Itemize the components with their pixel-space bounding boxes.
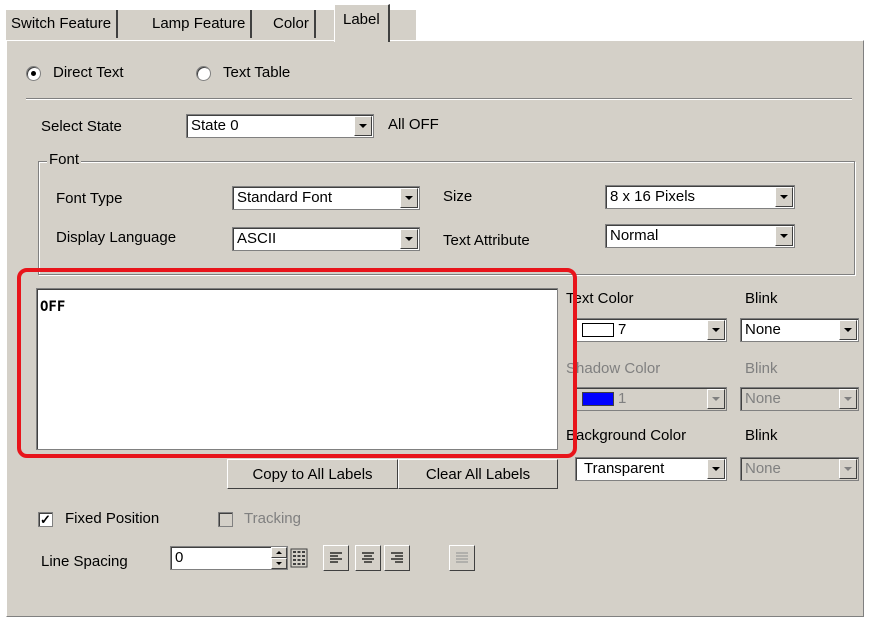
align-center-button[interactable] <box>355 545 381 571</box>
chevron-down-icon[interactable] <box>354 116 372 136</box>
background-blink-value: None <box>745 460 781 477</box>
chevron-down-icon[interactable] <box>707 459 725 479</box>
label-text-value: OFF <box>40 299 66 315</box>
copy-to-all-labels-button[interactable]: Copy to All Labels <box>227 459 398 489</box>
chevron-down-icon <box>839 389 857 409</box>
clear-all-labels-button[interactable]: Clear All Labels <box>398 459 558 489</box>
text-table-radio[interactable] <box>196 66 211 81</box>
justify-button <box>449 545 475 571</box>
tracking-label: Tracking <box>244 510 301 527</box>
display-language-label: Display Language <box>56 229 177 246</box>
chevron-down-icon <box>707 389 725 409</box>
chevron-down-icon[interactable] <box>839 320 857 340</box>
text-attribute-value: Normal <box>610 227 659 244</box>
divider <box>26 98 852 100</box>
align-left-icon <box>330 552 342 563</box>
text-blink-dropdown[interactable]: None <box>740 318 859 342</box>
tracking-checkbox <box>218 512 233 527</box>
background-color-dropdown[interactable]: Transparent <box>575 457 727 481</box>
chevron-down-icon <box>839 459 857 479</box>
select-state-note: All OFF <box>388 116 439 133</box>
select-state-label: Select State <box>41 118 122 135</box>
font-type-dropdown[interactable]: Standard Font <box>232 186 420 210</box>
shadow-blink-dropdown: None <box>740 387 859 411</box>
align-right-button[interactable] <box>384 545 410 571</box>
fixed-position-checkbox[interactable]: ✓ <box>38 512 53 527</box>
chevron-down-icon[interactable] <box>400 188 418 208</box>
line-spacing-value: 0 <box>175 549 184 566</box>
spin-down-icon[interactable] <box>271 558 287 569</box>
size-label: Size <box>443 188 473 205</box>
tab-label[interactable]: Label <box>334 4 390 42</box>
line-spacing-label: Line Spacing <box>41 553 128 570</box>
font-type-label: Font Type <box>56 190 123 207</box>
background-blink-dropdown: None <box>740 457 859 481</box>
align-right-icon <box>391 552 403 563</box>
text-attribute-dropdown[interactable]: Normal <box>605 224 795 248</box>
justify-icon <box>456 552 468 563</box>
text-color-label: Text Color <box>566 290 634 307</box>
chevron-down-icon[interactable] <box>775 226 793 246</box>
tab-switch-feature[interactable]: Switch Feature <box>6 10 119 38</box>
font-group-title: Font <box>47 151 82 169</box>
text-color-value: 7 <box>618 321 627 338</box>
select-state-dropdown[interactable]: State 0 <box>186 114 374 138</box>
spin-up-icon[interactable] <box>271 547 287 558</box>
label-text-area[interactable]: OFF <box>36 288 558 450</box>
size-dropdown[interactable]: 8 x 16 Pixels <box>605 185 795 209</box>
shadow-color-value: 1 <box>618 390 627 407</box>
shadow-color-label: Shadow Color <box>566 360 661 377</box>
keypad-icon[interactable] <box>290 548 308 568</box>
text-table-label[interactable]: Text Table <box>223 64 290 82</box>
align-left-button[interactable] <box>323 545 349 571</box>
shadow-blink-value: None <box>745 390 781 407</box>
tab-lamp-feature[interactable]: Lamp Feature <box>147 10 253 38</box>
text-blink-label: Blink <box>745 290 778 307</box>
text-attribute-label: Text Attribute <box>443 232 530 249</box>
display-language-dropdown[interactable]: ASCII <box>232 227 420 251</box>
shadow-color-dropdown: 1 <box>575 387 727 411</box>
align-center-icon <box>362 552 374 563</box>
text-color-dropdown[interactable]: 7 <box>575 318 727 342</box>
direct-text-label[interactable]: Direct Text <box>53 64 124 82</box>
font-group <box>38 161 855 275</box>
line-spacing-spinner[interactable] <box>271 547 287 569</box>
direct-text-radio[interactable] <box>26 66 41 81</box>
text-color-swatch <box>582 323 614 337</box>
background-color-value: Transparent <box>584 460 665 477</box>
fixed-position-label[interactable]: Fixed Position <box>65 510 159 528</box>
tab-color[interactable]: Color <box>268 10 316 38</box>
size-value: 8 x 16 Pixels <box>610 188 696 205</box>
chevron-down-icon[interactable] <box>707 320 725 340</box>
background-blink-label: Blink <box>745 427 778 444</box>
shadow-color-swatch <box>582 392 614 406</box>
background-color-label: Background Color <box>566 427 687 444</box>
text-blink-value: None <box>745 321 781 338</box>
chevron-down-icon[interactable] <box>775 187 793 207</box>
chevron-down-icon[interactable] <box>400 229 418 249</box>
font-type-value: Standard Font <box>237 189 333 206</box>
select-state-value: State 0 <box>191 117 239 134</box>
display-language-value: ASCII <box>237 230 277 247</box>
shadow-blink-label: Blink <box>745 360 778 377</box>
